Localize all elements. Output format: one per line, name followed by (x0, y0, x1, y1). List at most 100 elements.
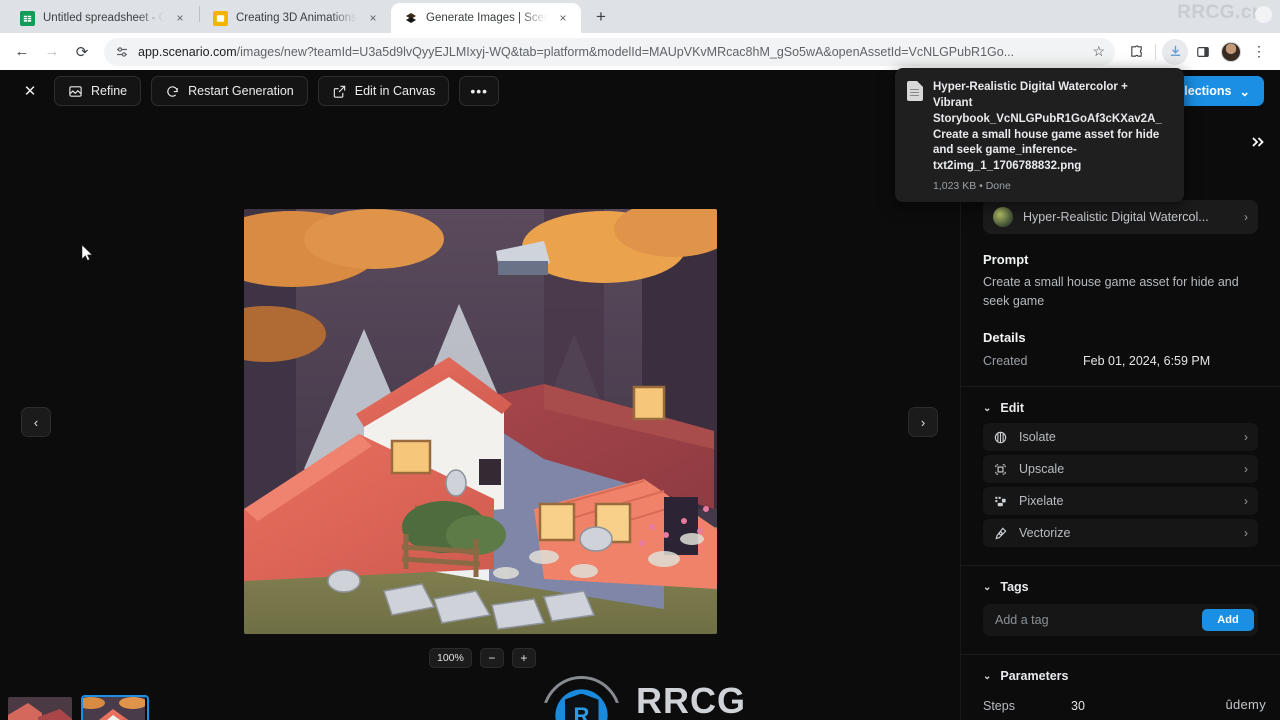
zoom-controls: 100% − + (429, 648, 536, 668)
rrcg-logo-icon: R (540, 674, 623, 720)
chevron-right-icon: › (1244, 210, 1248, 224)
zoom-level-label[interactable]: 100% (429, 648, 472, 668)
address-bar[interactable]: app.scenario.com/images/new?teamId=U3a5d… (104, 37, 1115, 66)
tab-title: Generate Images | Scenario (426, 12, 547, 24)
browser-tab-scenario[interactable]: Generate Images | Scenario × (391, 3, 581, 33)
upscale-icon (995, 463, 1006, 475)
site-settings-icon[interactable] (114, 44, 130, 60)
download-status: 1,023 KB • Done (933, 180, 1011, 193)
tab-title: Creating 3D Animations & Ga (236, 12, 357, 24)
created-value: Feb 01, 2024, 6:59 PM (1083, 354, 1211, 368)
edit-section-header[interactable]: ⌄ Edit (983, 387, 1258, 423)
pixelate-icon (995, 496, 1006, 506)
url-host: app.scenario.com (138, 44, 237, 59)
url-text: app.scenario.com/images/new?teamId=U3a5d… (138, 45, 1084, 59)
download-notification-bubble[interactable]: Hyper-Realistic Digital Watercolor + Vib… (895, 68, 1184, 203)
tag-input-placeholder[interactable]: Add a tag (995, 613, 1202, 627)
panel-collapse-button[interactable] (1250, 134, 1266, 153)
rrcg-text-block: RRCG 人人素材 (636, 683, 756, 720)
avatar (1221, 41, 1241, 62)
tags-section-header[interactable]: ⌄ Tags (983, 566, 1258, 602)
edit-section-title: Edit (1000, 401, 1024, 415)
side-panel-icon[interactable] (1190, 39, 1216, 65)
edit-in-canvas-button[interactable]: Edit in Canvas (317, 76, 450, 106)
edit-row-upscale[interactable]: Upscale › (983, 455, 1258, 483)
tab-title: Untitled spreadsheet - Googl (43, 12, 164, 24)
udemy-icon (213, 10, 228, 26)
chevron-double-right-icon (1252, 137, 1264, 147)
more-options-button[interactable]: ••• (459, 76, 500, 106)
vectorize-icon (995, 527, 1007, 539)
close-icon[interactable]: × (555, 10, 571, 26)
created-key: Created (983, 354, 1028, 368)
param-row-steps: Steps 30 (983, 699, 1258, 713)
chevron-down-icon: ⌄ (983, 670, 992, 682)
external-link-icon (333, 85, 345, 98)
zoom-out-button[interactable]: − (479, 648, 504, 668)
edit-canvas-label: Edit in Canvas (354, 84, 436, 98)
image-viewer: ‹ › 100% − + R RRCG (0, 112, 960, 720)
profile-avatar[interactable] (1218, 39, 1244, 65)
tags-section-title: Tags (1000, 580, 1029, 594)
generated-image[interactable] (244, 209, 717, 634)
reload-button[interactable]: ⟳ (68, 38, 96, 66)
edit-row-label: Pixelate (1019, 494, 1064, 508)
zoom-in-button[interactable]: + (511, 648, 536, 668)
url-path: /images/new?teamId=U3a5d9lvQyyEJLMIxyj-W… (236, 44, 1015, 59)
watermark-badge (1255, 5, 1272, 23)
toolbar-divider (1155, 43, 1156, 60)
thumbnail-2[interactable] (81, 695, 149, 720)
chevron-down-icon: ⌄ (1239, 84, 1250, 99)
prompt-title: Prompt (983, 252, 1029, 267)
add-tag-button[interactable]: Add (1202, 609, 1254, 631)
puzzle-icon[interactable] (1123, 39, 1149, 65)
file-icon (907, 81, 923, 101)
forward-button[interactable]: → (38, 38, 66, 66)
next-image-button[interactable]: › (908, 407, 938, 437)
prompt-text: Create a small house game asset for hide… (983, 275, 1239, 308)
chevron-right-icon: › (1244, 526, 1248, 540)
close-viewer-button[interactable]: ✕ (16, 77, 44, 105)
thumbnail-2-image (83, 697, 147, 720)
refine-button[interactable]: Refine (54, 76, 142, 106)
isolate-icon (994, 431, 1007, 443)
image-icon (69, 85, 82, 97)
close-icon[interactable]: × (172, 10, 188, 26)
restart-generation-button[interactable]: Restart Generation (151, 76, 308, 106)
parameters-section-title: Parameters (1000, 669, 1069, 683)
chevron-right-icon: › (1244, 494, 1248, 508)
tab-divider (199, 5, 200, 22)
close-icon[interactable]: × (365, 10, 381, 26)
browser-tab-spreadsheet[interactable]: Untitled spreadsheet - Googl × (8, 3, 198, 33)
mouse-cursor (81, 244, 93, 261)
panel-content: Hyper-Realistic Digital Watercol... › Pr… (961, 112, 1280, 713)
edit-row-label: Isolate (1019, 430, 1056, 444)
download-icon[interactable] (1162, 38, 1188, 65)
thumbnail-1[interactable] (6, 695, 74, 720)
restart-label: Restart Generation (188, 84, 294, 98)
detail-row-created: Created Feb 01, 2024, 6:59 PM (983, 354, 1258, 368)
back-button[interactable]: ← (8, 38, 36, 66)
bookmark-star-icon[interactable]: ☆ (1092, 43, 1105, 60)
filmstrip-toggle-button[interactable] (930, 704, 960, 720)
download-info: Hyper-Realistic Digital Watercolor + Vib… (933, 80, 1170, 192)
edit-row-label: Upscale (1019, 462, 1065, 476)
model-thumbnail (993, 207, 1013, 227)
refresh-icon (167, 85, 178, 97)
thumbnail-filmstrip (0, 690, 960, 720)
parameters-section-header[interactable]: ⌄ Parameters (983, 655, 1258, 691)
previous-image-button[interactable]: ‹ (21, 407, 51, 437)
tag-input-row[interactable]: Add a tag Add (983, 604, 1258, 636)
model-chip[interactable]: Hyper-Realistic Digital Watercol... › (983, 200, 1258, 234)
edit-row-isolate[interactable]: Isolate › (983, 423, 1258, 451)
rrcg-en-text: RRCG (636, 680, 746, 720)
edit-row-pixelate[interactable]: Pixelate › (983, 487, 1258, 515)
browser-window: Untitled spreadsheet - Googl × Creating … (0, 0, 1280, 720)
edit-row-vectorize[interactable]: Vectorize › (983, 519, 1258, 547)
chevron-down-icon: ⌄ (983, 581, 992, 593)
browser-tab-udemy[interactable]: Creating 3D Animations & Ga × (201, 3, 391, 33)
details-title: Details (983, 330, 1026, 345)
chrome-menu-button[interactable]: ⋮ (1246, 39, 1272, 65)
new-tab-button[interactable]: + (587, 3, 615, 31)
refine-label: Refine (91, 84, 128, 98)
